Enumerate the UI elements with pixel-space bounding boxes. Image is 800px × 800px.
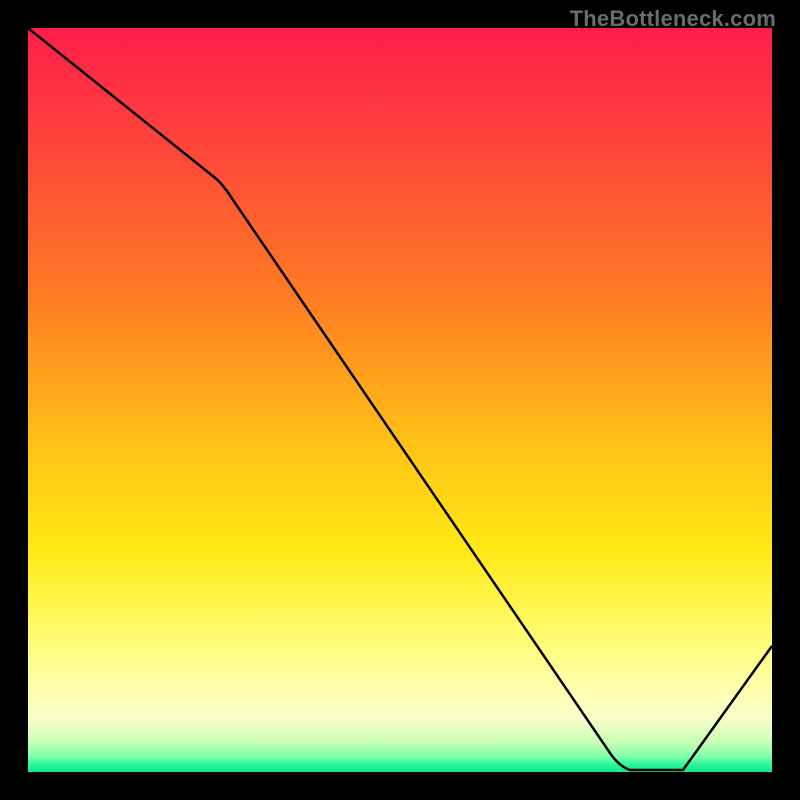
plot-area [28,28,772,772]
watermark-text: TheBottleneck.com [570,6,776,32]
gradient-background [28,28,772,772]
chart-container: TheBottleneck.com [0,0,800,800]
